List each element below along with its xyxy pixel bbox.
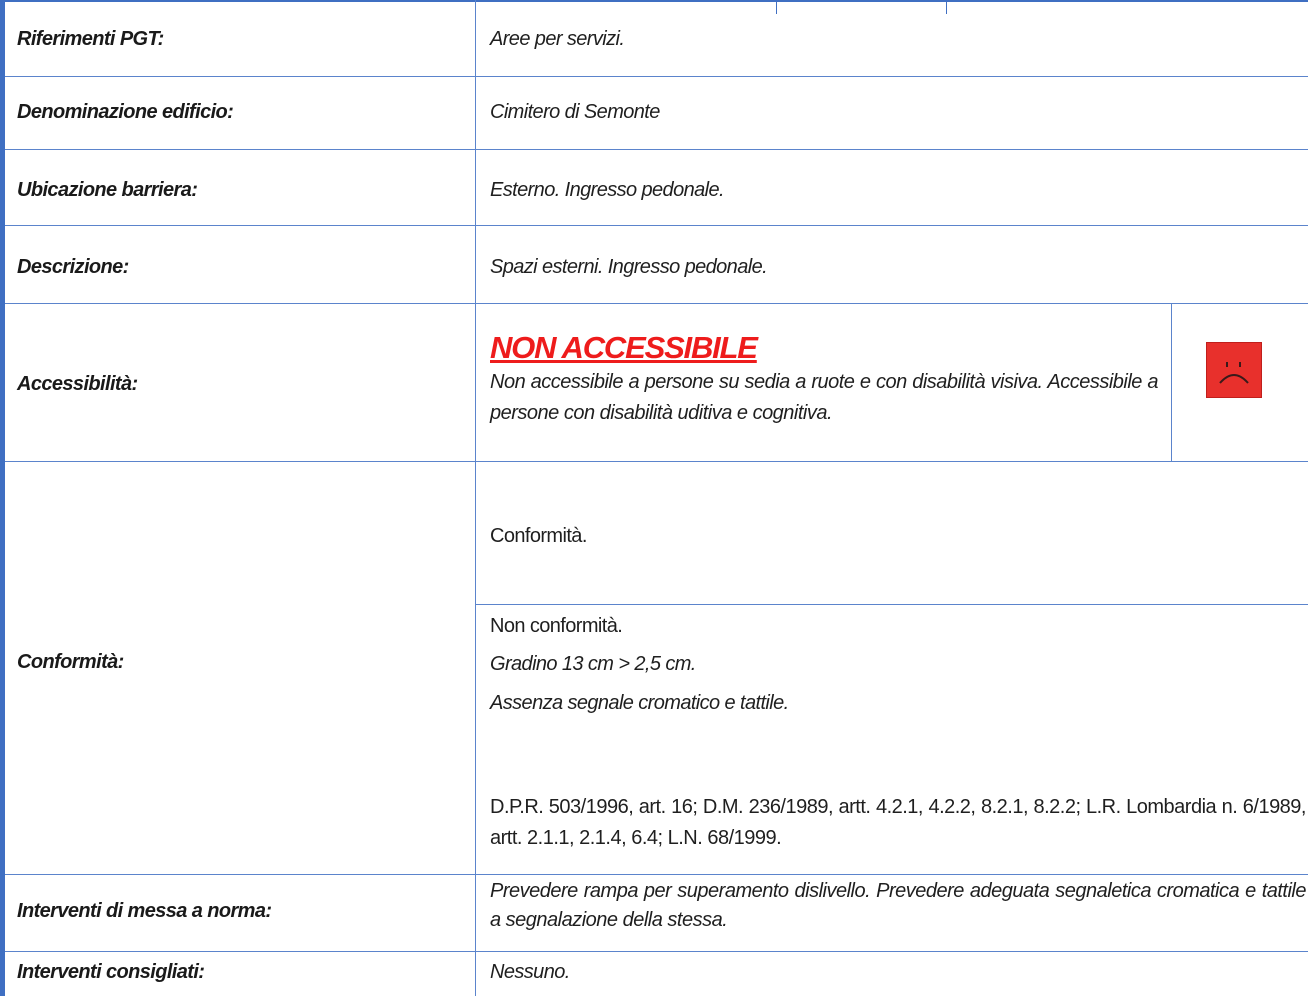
ubicazione-value: Esterno. Ingresso pedonale. bbox=[490, 179, 725, 201]
descrizione-label: Descrizione: bbox=[17, 256, 129, 278]
non-conformita-heading: Non conformità. bbox=[490, 615, 623, 637]
non-conformita-item: Assenza segnale cromatico e tattile. bbox=[490, 692, 789, 714]
accessibility-description: Non accessibile a persone su sedia a ruo… bbox=[490, 371, 1159, 424]
row-divider bbox=[5, 303, 1308, 304]
top-column-divider bbox=[946, 0, 947, 14]
interventi-consigliati-label: Interventi consigliati: bbox=[17, 961, 205, 983]
conformita-heading: Conformità. bbox=[490, 525, 587, 547]
subrow-divider bbox=[475, 604, 1308, 605]
accessibility-sheet: Riferimenti PGT: Aree per servizi. Denom… bbox=[0, 0, 1308, 996]
interventi-norma-label: Interventi di messa a norma: bbox=[17, 900, 272, 922]
label-value-divider bbox=[475, 0, 476, 996]
row-divider bbox=[5, 225, 1308, 226]
conformita-label: Conformità: bbox=[17, 651, 124, 673]
icon-cell-divider bbox=[1171, 303, 1172, 461]
non-conformita-item: Gradino 13 cm > 2,5 cm. bbox=[490, 653, 696, 675]
descrizione-value: Spazi esterni. Ingresso pedonale. bbox=[490, 256, 768, 278]
row-divider bbox=[5, 461, 1308, 462]
row-divider bbox=[5, 149, 1308, 150]
riferimenti-normativi: D.P.R. 503/1996, art. 16; D.M. 236/1989,… bbox=[490, 796, 1307, 849]
accessibilita-label: Accessibilità: bbox=[17, 373, 138, 395]
row-divider bbox=[5, 874, 1308, 875]
ubicazione-label: Ubicazione barriera: bbox=[17, 179, 198, 201]
interventi-consigliati-value: Nessuno. bbox=[490, 961, 570, 983]
riferimenti-value: Aree per servizi. bbox=[490, 28, 625, 50]
denominazione-label: Denominazione edificio: bbox=[17, 101, 234, 123]
riferimenti-label: Riferimenti PGT: bbox=[17, 28, 164, 50]
row-divider bbox=[5, 76, 1308, 77]
denominazione-value: Cimitero di Semonte bbox=[490, 101, 660, 123]
sad-face-icon bbox=[1206, 342, 1262, 398]
row-divider bbox=[5, 951, 1308, 952]
top-border bbox=[5, 0, 1308, 2]
interventi-norma-text: Prevedere rampa per superamento dislivel… bbox=[490, 880, 1307, 931]
accessibility-status: NON ACCESSIBILE bbox=[490, 330, 758, 365]
top-column-divider bbox=[776, 0, 777, 14]
